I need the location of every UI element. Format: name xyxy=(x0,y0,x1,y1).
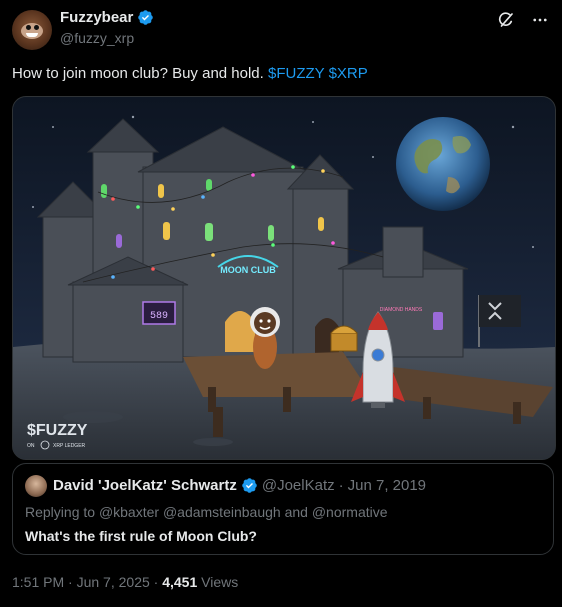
diamond-hands-sign: DIAMOND HANDS xyxy=(380,307,423,313)
author-avatar[interactable] xyxy=(12,10,52,50)
sign-589: 589 xyxy=(150,311,168,322)
fuzzy-brand-logo: $FUZZY xyxy=(27,422,88,439)
separator-dot: · xyxy=(338,477,344,494)
quoted-date[interactable]: Jun 7, 2019 xyxy=(348,477,426,494)
quoted-handle[interactable]: @JoelKatz xyxy=(262,477,335,494)
tweet-header: Fuzzybear @fuzzy_xrp xyxy=(12,8,550,52)
verified-badge-icon xyxy=(242,478,257,493)
cashtag-xrp[interactable]: $XRP xyxy=(329,65,368,82)
tweet-date[interactable]: Jun 7, 2025 xyxy=(77,574,150,590)
author-display-name[interactable]: Fuzzybear xyxy=(60,9,133,26)
quoted-author-avatar[interactable] xyxy=(25,475,47,497)
mention-normative[interactable]: @normative xyxy=(312,504,388,520)
quoted-display-name[interactable]: David 'JoelKatz' Schwartz xyxy=(53,477,237,494)
author-name-row[interactable]: Fuzzybear xyxy=(60,9,154,26)
tweet-image[interactable]: MOON CLUB 589 DIAMOND HANDS $FUZZY ON XR… xyxy=(12,96,556,460)
tweet-time[interactable]: 1:51 PM xyxy=(12,574,64,590)
quoted-tweet[interactable]: David 'JoelKatz' Schwartz @JoelKatz · Ju… xyxy=(12,463,554,555)
author-handle[interactable]: @fuzzy_xrp xyxy=(60,30,134,46)
grok-icon[interactable] xyxy=(496,10,516,30)
verified-badge-icon xyxy=(138,10,154,25)
quoted-header: David 'JoelKatz' Schwartz @JoelKatz · Ju… xyxy=(53,477,426,494)
cashtag-fuzzy[interactable]: $FUZZY xyxy=(268,65,324,82)
more-icon[interactable] xyxy=(530,10,550,30)
replying-to: Replying to @kbaxter @adamsteinbaugh and… xyxy=(25,504,388,520)
mention-adamsteinbaugh[interactable]: @adamsteinbaugh xyxy=(163,504,281,520)
tweet-text-body: How to join moon club? Buy and hold. xyxy=(12,65,264,82)
tweet-text: How to join moon club? Buy and hold. $FU… xyxy=(12,64,368,84)
svg-text:XRP LEDGER: XRP LEDGER xyxy=(53,443,86,449)
moon-club-sign: MOON CLUB xyxy=(220,265,276,275)
tweet-footer: 1:51 PM · Jun 7, 2025 · 4,451 Views xyxy=(12,574,239,590)
mention-kbaxter[interactable]: @kbaxter xyxy=(99,504,159,520)
svg-text:ON: ON xyxy=(27,443,35,449)
quoted-text: What's the first rule of Moon Club? xyxy=(25,528,257,544)
views-count: 4,451 xyxy=(162,574,198,590)
views-label: Views xyxy=(201,574,239,590)
